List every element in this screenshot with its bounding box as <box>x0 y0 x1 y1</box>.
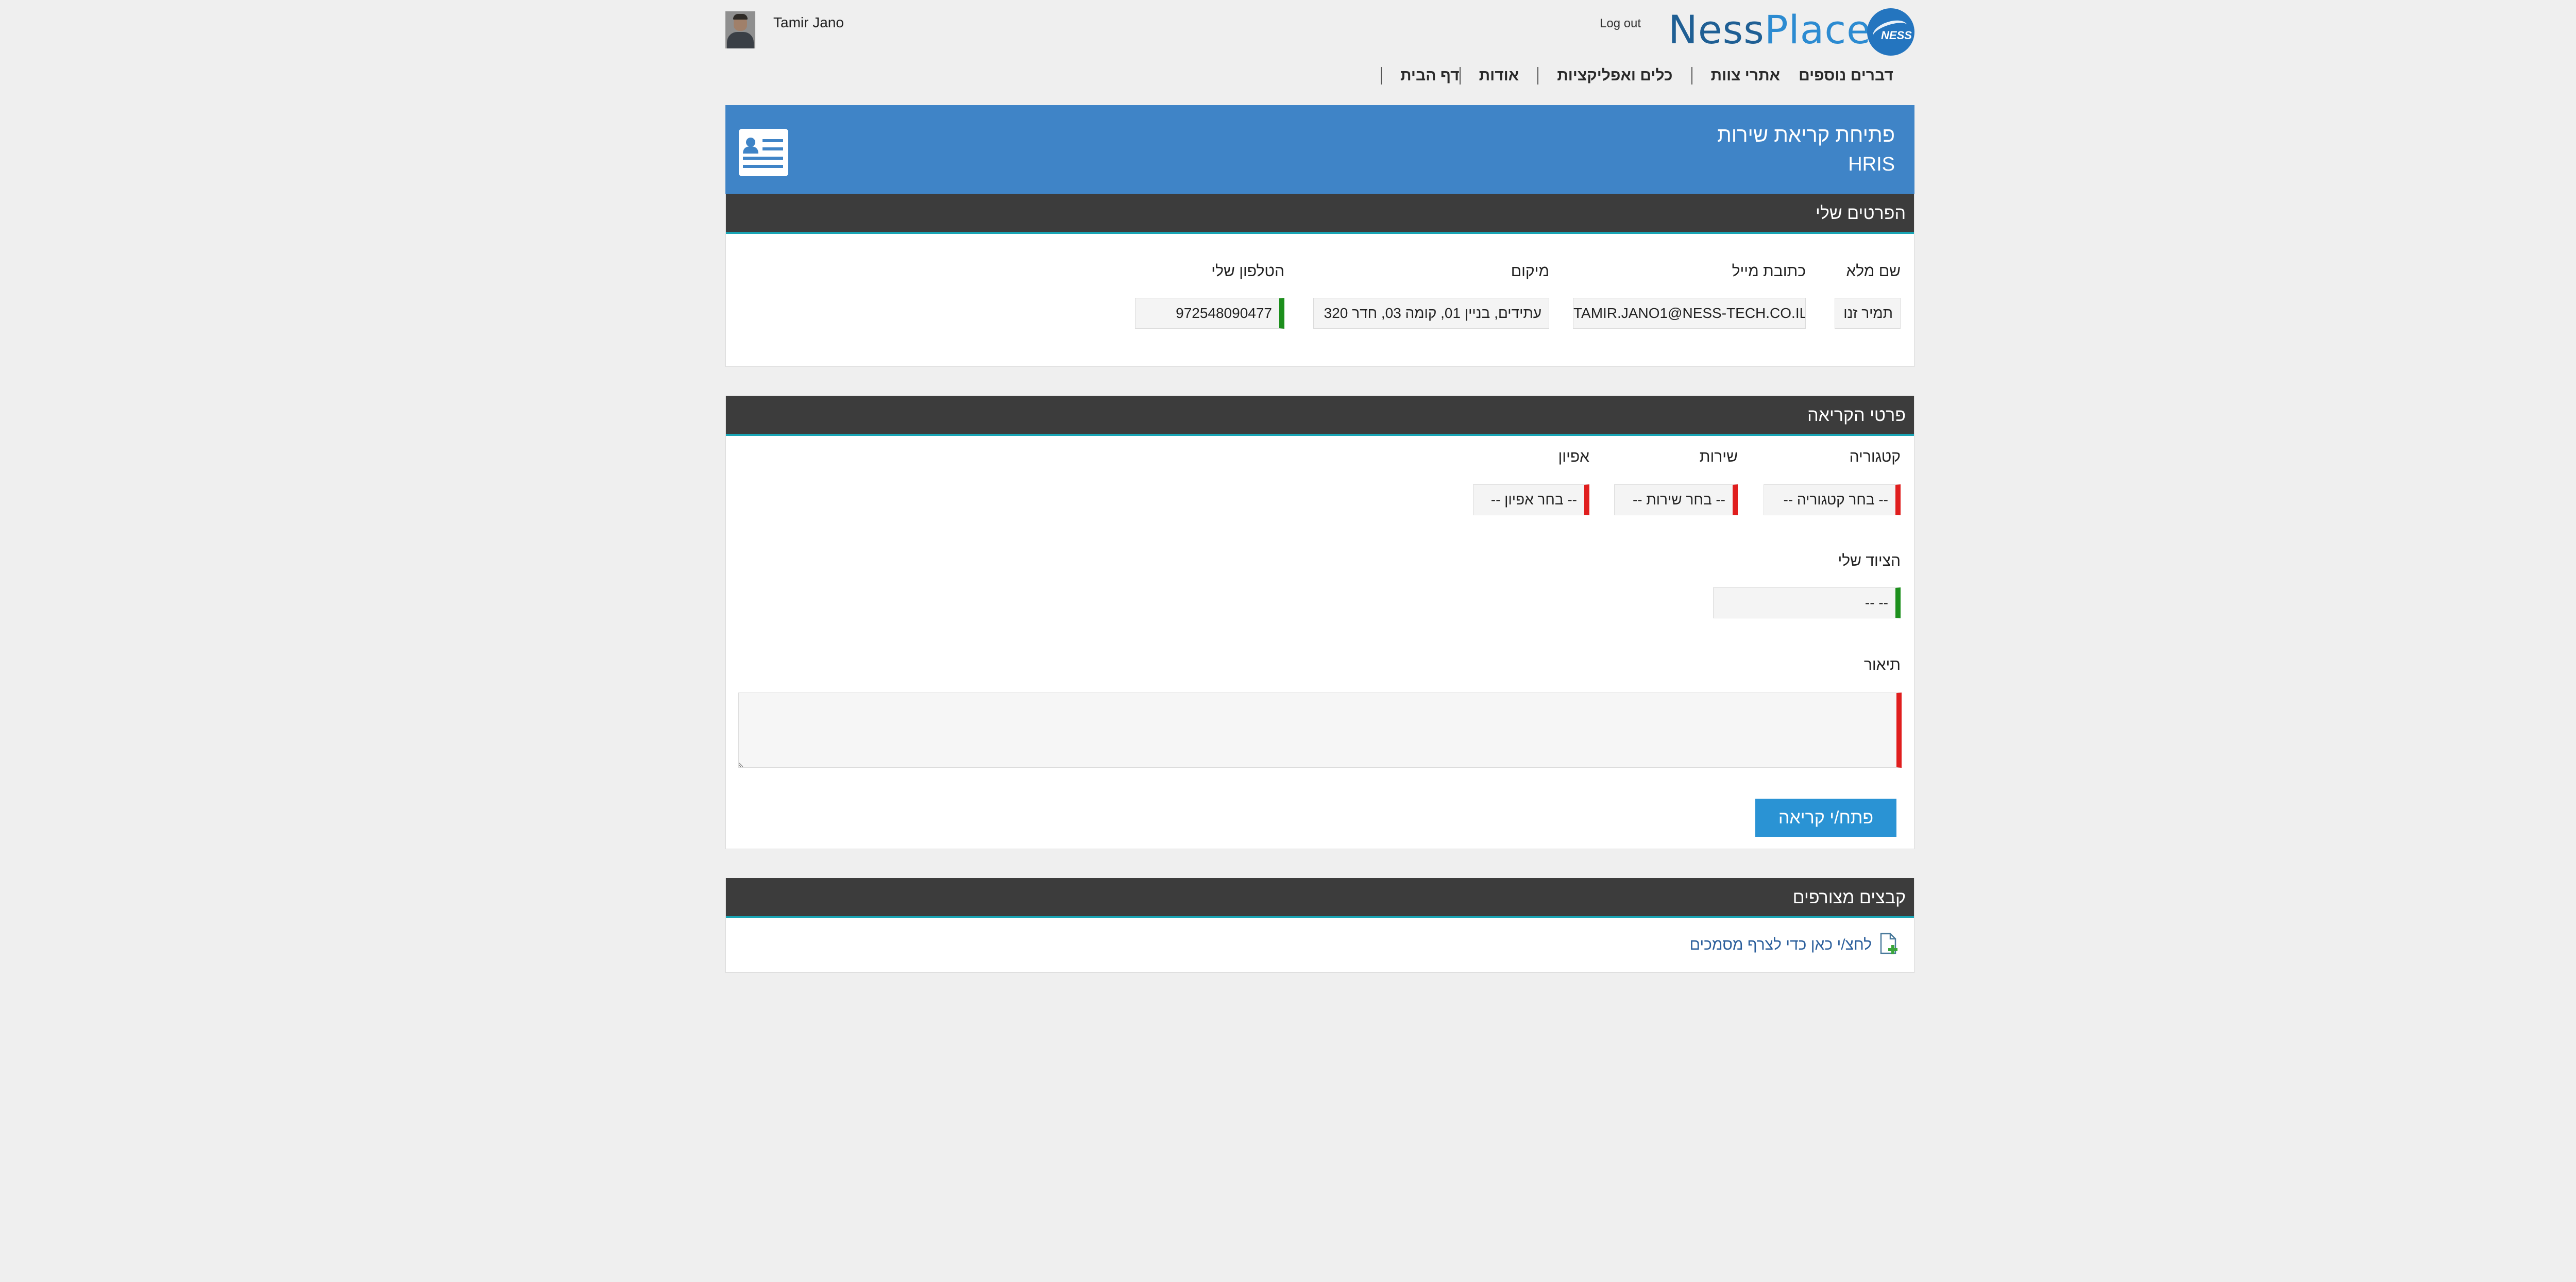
nessplace-logo[interactable]: NessPlace <box>1668 5 1871 55</box>
page-title: פתיחת קריאת שירות <box>1717 124 1895 146</box>
ness-logo-icon: NESS <box>1867 8 1914 56</box>
attach-files-link[interactable]: לחצ/י כאן כדי לצרף מסמכים <box>1690 932 1901 958</box>
category-label: קטגוריה <box>1849 448 1901 465</box>
phone-label: הטלפון שלי <box>1211 263 1284 280</box>
email-label: כתובת מייל <box>1732 263 1806 280</box>
nav-item-team-sites[interactable]: אתרי צוות <box>1691 67 1799 85</box>
nav-item-home[interactable]: דף הבית <box>1381 67 1460 85</box>
logo-word-ness: Ness <box>1668 7 1765 53</box>
attach-files-label: לחצ/י כאן כדי לצרף מסמכים <box>1689 936 1872 953</box>
request-details-panel: פרטי הקריאה קטגוריה -- בחר קטגוריה -- שי… <box>725 396 1914 849</box>
nav-item-tools-apps[interactable]: כלים ואפליקציות <box>1537 67 1691 85</box>
user-avatar <box>725 11 755 48</box>
my-details-panel: הפרטים שלי שם מלא תמיר זנו כתובת מייל TA… <box>725 194 1914 367</box>
page-subtitle: HRIS <box>1848 154 1895 175</box>
add-file-icon <box>1877 932 1901 958</box>
location-label: מיקום <box>1511 263 1549 280</box>
nav-item-more[interactable]: דברים נוספים <box>1799 67 1912 85</box>
description-label: תיאור <box>1863 656 1901 673</box>
feature-label: אפיון <box>1558 448 1589 465</box>
service-label: שירות <box>1699 448 1738 465</box>
contact-card-icon <box>739 129 788 176</box>
logout-link[interactable]: Log out <box>1600 16 1641 31</box>
nav-item-about[interactable]: אודות <box>1459 67 1538 85</box>
category-select[interactable]: -- בחר קטגוריה -- <box>1764 484 1901 515</box>
attached-files-heading: קבצים מצורפים <box>726 878 1914 918</box>
phone-input[interactable]: 972548090477 <box>1135 298 1284 329</box>
service-select[interactable]: -- בחר שירות -- <box>1614 484 1738 515</box>
page-banner: פתיחת קריאת שירות HRIS <box>725 105 1914 194</box>
location-field: עתידים, בניין 01, קומה 03, חדר 320 <box>1313 298 1549 329</box>
full-name-field: תמיר זנו <box>1835 298 1901 329</box>
equipment-label: הציוד שלי <box>1838 552 1901 569</box>
full-name-label: שם מלא <box>1846 263 1901 280</box>
attached-files-panel: קבצים מצורפים לחצ/י כאן כדי לצרף מסמכים <box>725 878 1914 973</box>
equipment-select[interactable]: -- -- <box>1713 587 1901 618</box>
open-request-button[interactable]: פתח/י קריאה <box>1755 799 1896 837</box>
logo-badge-text: NESS <box>1881 29 1912 42</box>
top-navigation: דף הבית אודות כלים ואפליקציות אתרי צוות … <box>1381 63 1914 89</box>
email-field: TAMIR.JANO1@NESS-TECH.CO.IL <box>1573 298 1806 329</box>
description-textarea[interactable] <box>738 693 1902 768</box>
user-name[interactable]: Tamir Jano <box>773 14 844 31</box>
request-details-heading: פרטי הקריאה <box>726 396 1914 436</box>
feature-select[interactable]: -- בחר אפיון -- <box>1473 484 1589 515</box>
logo-word-place: Place <box>1764 7 1871 53</box>
my-details-heading: הפרטים שלי <box>726 194 1914 234</box>
